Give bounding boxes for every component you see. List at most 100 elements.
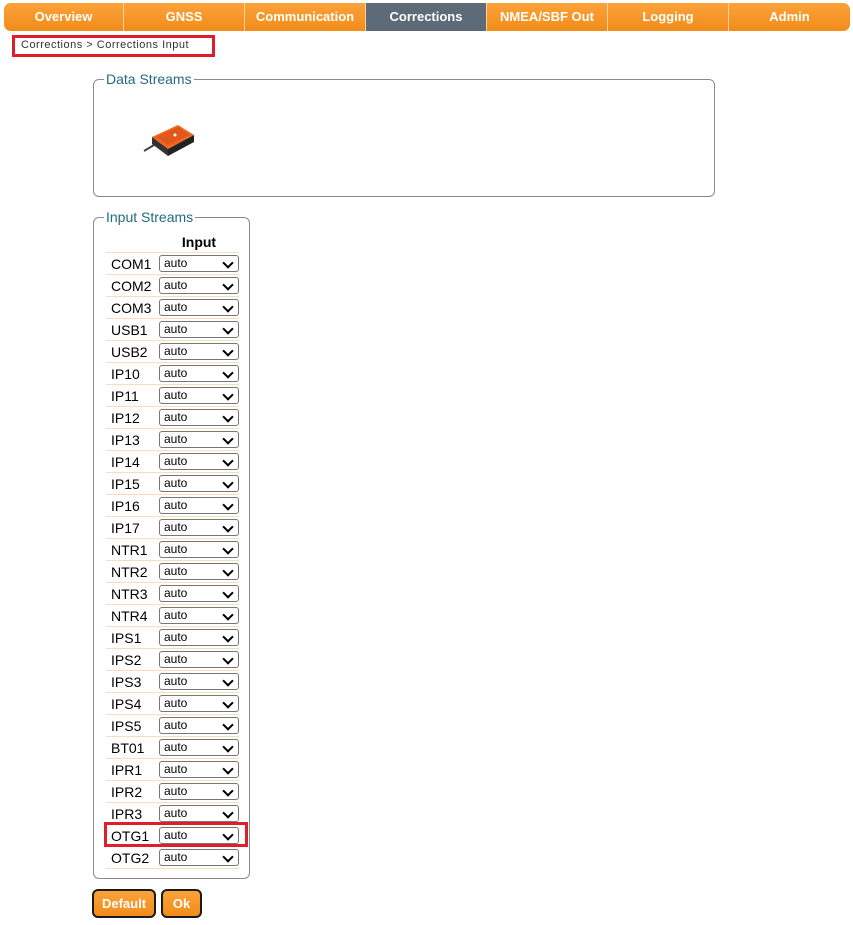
stream-port-label: IP12 xyxy=(106,406,159,429)
stream-input-value: auto xyxy=(164,740,188,754)
stream-row: IP12 auto xyxy=(106,406,239,429)
stream-row: IP10 auto xyxy=(106,362,239,385)
stream-input-value: auto xyxy=(164,564,188,578)
stream-input-value: auto xyxy=(164,586,188,600)
stream-input-select[interactable]: auto xyxy=(159,585,239,602)
chevron-down-icon xyxy=(222,521,234,533)
breadcrumb: Corrections > Corrections Input xyxy=(12,35,215,57)
stream-port-label: BT01 xyxy=(106,736,159,759)
chevron-down-icon xyxy=(222,543,234,555)
stream-input-value: auto xyxy=(164,256,188,270)
stream-row: IPS5 auto xyxy=(106,714,239,737)
stream-input-select[interactable]: auto xyxy=(159,629,239,646)
stream-port-label: USB2 xyxy=(106,340,159,363)
tab-corrections[interactable]: Corrections xyxy=(366,3,487,31)
tab-communication[interactable]: Communication xyxy=(245,3,366,31)
stream-row: IPR2 auto xyxy=(106,780,239,803)
stream-port-label: NTR2 xyxy=(106,560,159,583)
stream-port-label: NTR4 xyxy=(106,604,159,627)
stream-input-select[interactable]: auto xyxy=(159,255,239,272)
chevron-down-icon xyxy=(222,477,234,489)
stream-row: IP13 auto xyxy=(106,428,239,451)
stream-input-select[interactable]: auto xyxy=(159,563,239,580)
input-streams-legend: Input Streams xyxy=(104,209,196,225)
stream-input-value: auto xyxy=(164,696,188,710)
stream-input-select[interactable]: auto xyxy=(159,651,239,668)
stream-row: IPR1 auto xyxy=(106,758,239,781)
stream-row: IPS1 auto xyxy=(106,626,239,649)
chevron-down-icon xyxy=(222,719,234,731)
stream-input-select[interactable]: auto xyxy=(159,607,239,624)
stream-input-select[interactable]: auto xyxy=(159,673,239,690)
stream-row: OTG2 auto xyxy=(106,846,239,869)
stream-input-value: auto xyxy=(164,454,188,468)
stream-port-label: IP15 xyxy=(106,472,159,495)
stream-port-label: COM3 xyxy=(106,296,159,319)
stream-input-select[interactable]: auto xyxy=(159,497,239,514)
stream-input-select[interactable]: auto xyxy=(159,475,239,492)
chevron-down-icon xyxy=(222,565,234,577)
stream-input-select[interactable]: auto xyxy=(159,805,239,822)
stream-port-label: COM1 xyxy=(106,252,159,275)
stream-input-select[interactable]: auto xyxy=(159,365,239,382)
stream-row: IPS4 auto xyxy=(106,692,239,715)
stream-row: IP14 auto xyxy=(106,450,239,473)
tab-logging[interactable]: Logging xyxy=(608,3,729,31)
stream-row: IP15 auto xyxy=(106,472,239,495)
ok-button[interactable]: Ok xyxy=(161,889,202,918)
stream-input-value: auto xyxy=(164,542,188,556)
stream-port-label: IP14 xyxy=(106,450,159,473)
stream-port-label: IPS1 xyxy=(106,626,159,649)
stream-input-select[interactable]: auto xyxy=(159,431,239,448)
stream-input-select[interactable]: auto xyxy=(159,387,239,404)
stream-input-select[interactable]: auto xyxy=(159,299,239,316)
input-streams-table: Input COM1 auto COM2 auto COM3 auto USB1 auto US… xyxy=(106,232,239,869)
stream-row: BT01 auto xyxy=(106,736,239,759)
stream-input-select[interactable]: auto xyxy=(159,761,239,778)
tab-gnss[interactable]: GNSS xyxy=(124,3,245,31)
chevron-down-icon xyxy=(222,279,234,291)
stream-input-select[interactable]: auto xyxy=(159,343,239,360)
chevron-down-icon xyxy=(222,389,234,401)
stream-port-label: IPS4 xyxy=(106,692,159,715)
default-button[interactable]: Default xyxy=(92,889,156,918)
chevron-down-icon xyxy=(222,653,234,665)
stream-input-value: auto xyxy=(164,344,188,358)
stream-input-select[interactable]: auto xyxy=(159,849,239,866)
stream-input-select[interactable]: auto xyxy=(159,783,239,800)
stream-port-label: IPS3 xyxy=(106,670,159,693)
stream-row: NTR2 auto xyxy=(106,560,239,583)
stream-port-label: OTG2 xyxy=(106,846,159,869)
stream-port-label: NTR1 xyxy=(106,538,159,561)
chevron-down-icon xyxy=(222,609,234,621)
stream-port-label: IP16 xyxy=(106,494,159,517)
chevron-down-icon xyxy=(222,499,234,511)
stream-input-select[interactable]: auto xyxy=(159,739,239,756)
stream-input-select[interactable]: auto xyxy=(159,453,239,470)
stream-port-label: USB1 xyxy=(106,318,159,341)
stream-input-select[interactable]: auto xyxy=(159,695,239,712)
stream-row: COM1 auto xyxy=(106,252,239,275)
stream-row: IPS2 auto xyxy=(106,648,239,671)
stream-port-label: COM2 xyxy=(106,274,159,297)
stream-row: USB1 auto xyxy=(106,318,239,341)
stream-row: IP17 auto xyxy=(106,516,239,539)
stream-row: COM3 auto xyxy=(106,296,239,319)
stream-input-select[interactable]: auto xyxy=(159,717,239,734)
stream-row: COM2 auto xyxy=(106,274,239,297)
stream-port-label: IPR1 xyxy=(106,758,159,781)
stream-input-select[interactable]: auto xyxy=(159,519,239,536)
chevron-down-icon xyxy=(222,763,234,775)
chevron-down-icon xyxy=(222,631,234,643)
stream-input-select[interactable]: auto xyxy=(159,321,239,338)
stream-input-select[interactable]: auto xyxy=(159,541,239,558)
stream-port-label: IP13 xyxy=(106,428,159,451)
stream-input-value: auto xyxy=(164,410,188,424)
tab-admin[interactable]: Admin xyxy=(729,3,850,31)
stream-input-select[interactable]: auto xyxy=(159,409,239,426)
tab-nmea-sbf-out[interactable]: NMEA/SBF Out xyxy=(487,3,608,31)
chevron-down-icon xyxy=(222,433,234,445)
stream-input-value: auto xyxy=(164,608,188,622)
stream-input-select[interactable]: auto xyxy=(159,277,239,294)
tab-overview[interactable]: Overview xyxy=(4,3,124,31)
